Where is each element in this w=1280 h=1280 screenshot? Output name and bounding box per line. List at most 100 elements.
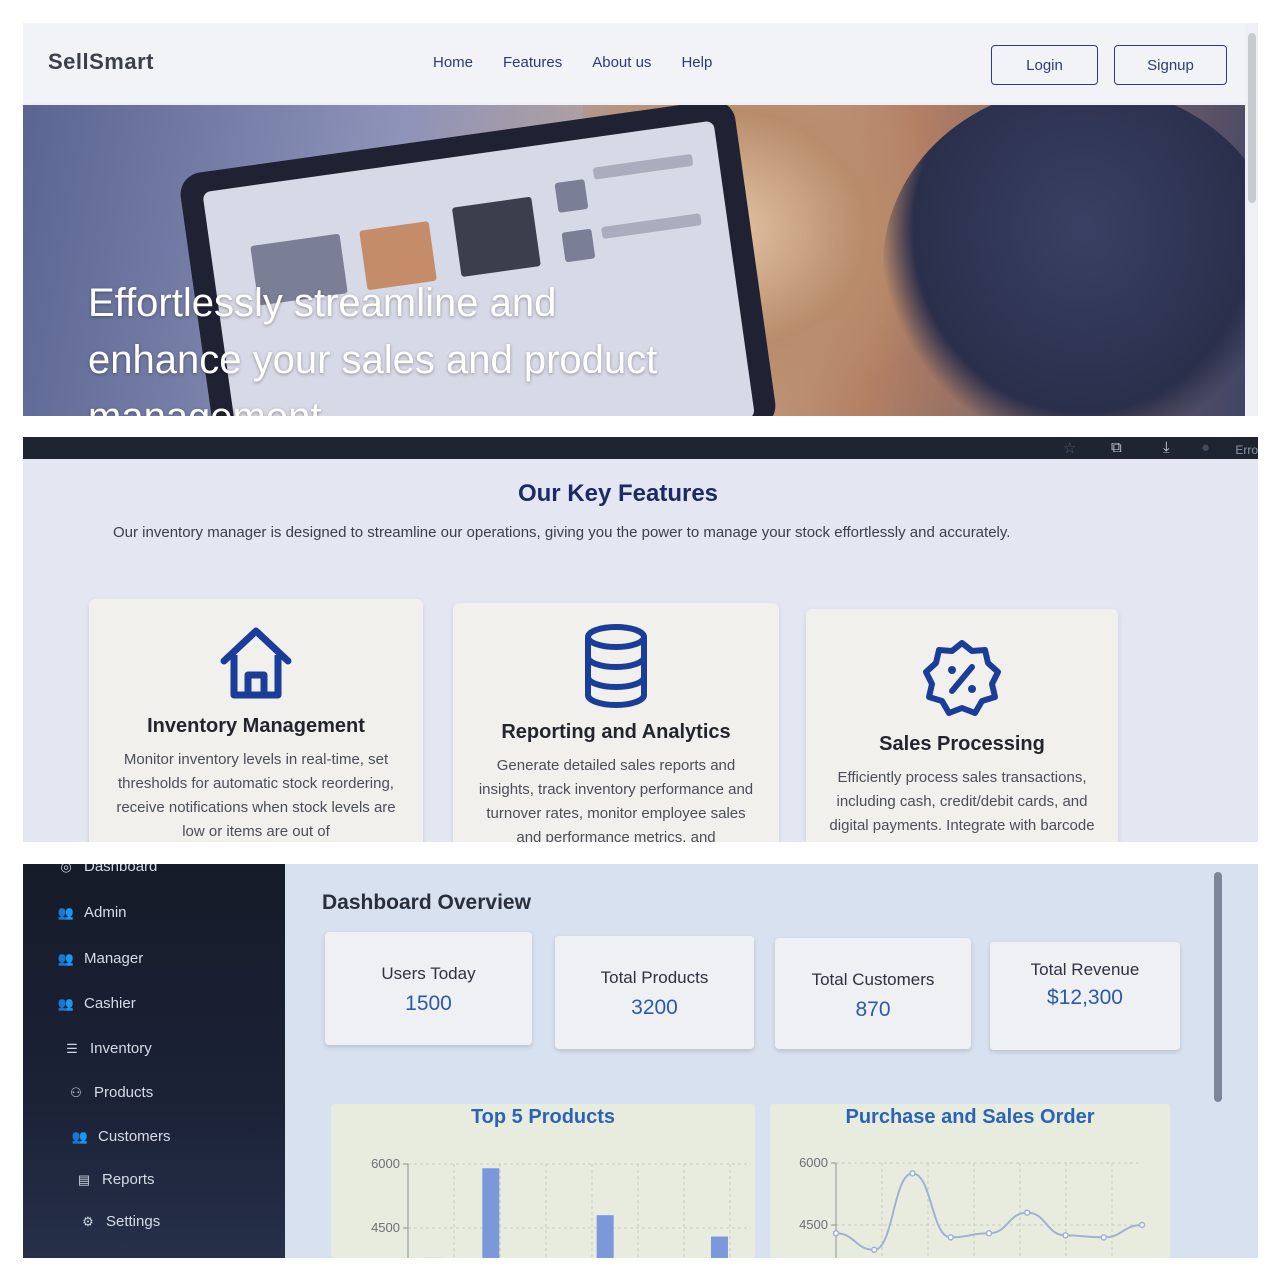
stat-card-total-revenue: Total Revenue $12,300 [990,942,1180,1050]
hero-title: Effortlessly streamline and enhance your… [88,281,658,416]
sidebar-item-inventory[interactable]: ☰ Inventory [63,1040,152,1057]
sidebar-item-label: Manager [84,950,144,967]
feature-card-description: Generate detailed sales reports and insi… [478,757,754,842]
feature-card-description: Monitor inventory levels in real-time, s… [116,751,396,840]
users-icon: 👥 [57,995,75,1011]
nav-link-about[interactable]: About us [592,54,651,71]
dashboard-scrollbar[interactable] [1214,872,1222,1102]
top-navbar: SellSmart Home Features About us Help Lo… [23,23,1245,103]
tablet-tile [451,196,541,278]
login-button[interactable]: Login [991,45,1098,85]
sidebar-item-label: Reports [102,1171,155,1188]
feature-card-reporting: Reporting and Analytics Generate detaile… [453,603,779,842]
user-friends-icon: 👥 [71,1128,89,1144]
stat-card-total-customers: Total Customers 870 [775,938,971,1049]
stat-value: 1500 [405,992,452,1015]
profile-icon[interactable]: ● [1201,439,1210,456]
hero-banner: Effortlessly streamline and enhance your… [23,105,1245,416]
dashboard-panel: ◎ Dashboard 👥 Admin 👥 Manager 👥 Cashier … [23,864,1258,1258]
page-scrollbar[interactable] [1248,33,1256,203]
discount-badge-icon [923,640,1001,716]
features-subtitle: Our inventory manager is designed to str… [113,524,1011,541]
features-panel: ☆ ⧉ ⤓ ● Erro Our Key Features Our invent… [23,437,1258,842]
dashboard-main: Dashboard Overview Users Today 1500 Tota… [285,864,1258,1258]
nav-link-home[interactable]: Home [433,54,473,71]
stat-label: Total Customers [811,970,935,989]
stat-label: Total Revenue [1030,960,1140,979]
stat-card-total-products: Total Products 3200 [555,936,754,1049]
sidebar-item-products[interactable]: ⚇ Products [67,1084,153,1101]
sidebar-item-settings[interactable]: ⚙ Settings [79,1213,160,1230]
chart-top-products: Top 5 Products 6000 4500 [331,1104,755,1258]
bar-chart: 6000 4500 [371,1156,751,1258]
y-tick-label: 4500 [799,1217,828,1232]
browser-toolbar: ☆ ⧉ ⤓ ● Erro [23,437,1258,459]
brand-logo[interactable]: SellSmart [48,49,154,75]
feature-card-sales: Sales Processing Efficiently process sal… [806,609,1118,842]
line-chart: 6000 4500 [799,1155,1146,1258]
sidebar-item-cashier[interactable]: 👥 Cashier [57,995,136,1012]
sidebar-item-label: Products [94,1084,154,1101]
feature-card-title: Sales Processing [879,733,1045,755]
database-icon [585,624,647,708]
nav-links: Home Features About us Help [433,54,712,71]
bar [482,1168,500,1258]
data-point [832,1230,840,1237]
nav-link-help[interactable]: Help [681,54,712,71]
stat-value: 3200 [631,996,678,1019]
hero-person-shape [883,105,1245,416]
sidebar-item-label: Inventory [90,1040,152,1057]
file-icon: ▤ [77,1171,91,1187]
sidebar-item-manager[interactable]: 👥 Manager [57,950,143,967]
nav-link-features[interactable]: Features [503,54,562,71]
list-icon: ☰ [66,1040,78,1056]
star-icon[interactable]: ☆ [1063,439,1076,457]
data-point [1100,1234,1107,1241]
home-icon [220,627,292,699]
feature-card-description: Efficiently process sales transactions, … [829,769,1095,834]
y-tick-label: 6000 [371,1156,400,1171]
tablet-tile [554,179,589,213]
data-point [1024,1209,1031,1216]
signup-button[interactable]: Signup [1114,45,1227,85]
data-point [985,1230,993,1237]
download-icon[interactable]: ⤓ [1163,439,1170,456]
bar [596,1215,614,1258]
sidebar-item-dashboard[interactable]: ◎ Dashboard [57,864,157,875]
stat-label: Total Products [600,968,709,987]
extension-icon[interactable]: ⧉ [1111,439,1122,456]
stat-label: Users Today [381,964,476,983]
features-title: Our Key Features [517,480,719,507]
y-tick-label: 4500 [371,1220,400,1235]
feature-card-inventory: Inventory Management Monitor inventory l… [89,599,423,842]
dashboard-icon: ◎ [60,864,72,874]
users-icon: 👥 [57,904,75,920]
data-point [871,1246,878,1254]
sidebar-item-label: Cashier [84,995,136,1012]
data-point [1062,1232,1069,1239]
tablet-tile [601,213,702,240]
sidebar-item-customers[interactable]: 👥 Customers [71,1128,171,1145]
sidebar-item-reports[interactable]: ▤ Reports [75,1171,155,1188]
sidebar-item-admin[interactable]: 👥 Admin [57,904,127,921]
data-point [909,1170,916,1177]
chart-purchase-sales: Purchase and Sales Order 6000 4500 [770,1104,1170,1258]
landing-panel: SellSmart Home Features About us Help Lo… [23,23,1258,416]
sidebar-item-label: Admin [84,904,127,921]
y-tick-label: 6000 [799,1155,828,1170]
gear-icon: ⚙ [82,1213,94,1229]
feature-card-title: Inventory Management [147,715,365,737]
error-indicator[interactable]: Erro [1235,443,1258,457]
users-icon: 👥 [57,950,75,966]
sidebar-item-label: Customers [98,1128,171,1145]
sidebar: ◎ Dashboard 👥 Admin 👥 Manager 👥 Cashier … [23,864,285,1258]
dashboard-title: Dashboard Overview [322,891,531,914]
data-point [947,1234,954,1241]
stat-value: $12,300 [1047,986,1123,1009]
tablet-tile [592,153,694,180]
data-point [1138,1221,1146,1229]
tablet-tile [561,228,596,263]
bar [710,1236,728,1258]
sidebar-item-label: Dashboard [84,864,158,875]
stat-value: 870 [855,998,891,1021]
